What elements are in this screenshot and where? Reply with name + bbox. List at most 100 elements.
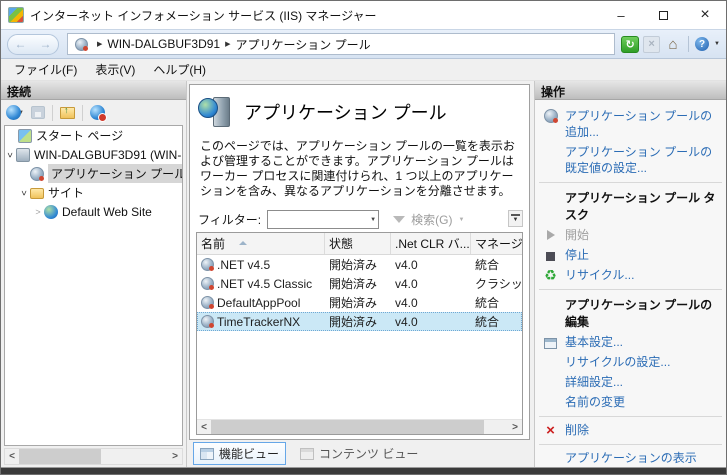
- icon-spacer: [542, 354, 559, 370]
- minimize-button[interactable]: –: [600, 1, 642, 29]
- table-row[interactable]: .NET v4.5 開始済み v4.0 統合: [197, 255, 522, 274]
- column-header-name[interactable]: 名前: [197, 233, 325, 254]
- feature-header: アプリケーション プール: [190, 85, 529, 133]
- cell-status: 開始済み: [325, 312, 391, 331]
- disconnect-button[interactable]: [90, 105, 105, 120]
- cell-name: .NET v4.5: [217, 258, 270, 272]
- cell-clr: v4.0: [391, 255, 471, 274]
- website-globe-icon: [44, 205, 58, 219]
- chevron-expanded-icon[interactable]: >: [19, 188, 29, 198]
- address-bar[interactable]: ▶ WIN-DALGBUF3D91 ▶ アプリケーション プール: [67, 33, 615, 55]
- action-label: アプリケーション プールの追加...: [565, 108, 720, 140]
- maximize-button[interactable]: [642, 1, 684, 29]
- table-row[interactable]: .NET v4.5 Classic 開始済み v4.0 クラシック: [197, 274, 522, 293]
- chevron-down-icon[interactable]: ▼: [370, 217, 376, 223]
- connections-toolbar: ▼: [1, 100, 186, 125]
- separator: [539, 444, 722, 445]
- chevron-down-icon: ▼: [513, 217, 519, 223]
- stop-button[interactable]: ×: [643, 36, 660, 53]
- action-stop[interactable]: 停止: [535, 245, 726, 265]
- toolbar-divider: [52, 105, 53, 121]
- heading-edit-app-pool: アプリケーション プールの編集: [535, 293, 726, 332]
- iis-manager-window: インターネット インフォメーション サービス (IIS) マネージャー – × …: [0, 0, 727, 475]
- iis-logo-icon: [8, 7, 24, 23]
- close-button[interactable]: ×: [684, 1, 726, 29]
- action-label: 開始: [565, 227, 589, 243]
- scrollbar-track[interactable]: [211, 420, 508, 434]
- scrollbar-thumb[interactable]: [211, 420, 484, 434]
- scrollbar-thumb[interactable]: [19, 449, 101, 464]
- scroll-right-icon[interactable]: >: [508, 422, 522, 433]
- tab-features-view[interactable]: 機能ビュー: [193, 442, 286, 465]
- menu-view[interactable]: 表示(V): [86, 58, 144, 81]
- tree-item-application-pools[interactable]: アプリケーション プール: [5, 164, 182, 183]
- chevron-collapsed-icon[interactable]: >: [33, 207, 43, 217]
- action-basic-settings[interactable]: 基本設定...: [535, 332, 726, 352]
- scroll-left-icon[interactable]: <: [5, 451, 19, 462]
- filter-label: フィルター:: [198, 211, 261, 228]
- connect-server-button[interactable]: ▼: [6, 105, 24, 120]
- list-horizontal-scrollbar[interactable]: < >: [197, 419, 522, 434]
- help-dropdown-icon[interactable]: ▼: [714, 41, 720, 47]
- action-recycle[interactable]: ♻ リサイクル...: [535, 265, 726, 285]
- feature-panel: アプリケーション プール このページでは、アプリケーション プールの一覧を表示お…: [187, 81, 534, 467]
- navigation-bar: ← → ▶ WIN-DALGBUF3D91 ▶ アプリケーション プール ↻ ×…: [1, 29, 726, 59]
- recycle-icon: ♻: [542, 267, 559, 283]
- table-row-selected[interactable]: TimeTrackerNX 開始済み v4.0 統合: [197, 312, 522, 331]
- breadcrumb-server[interactable]: WIN-DALGBUF3D91: [107, 37, 220, 51]
- page-title: アプリケーション プール: [244, 99, 447, 125]
- tree-item-sites[interactable]: > サイト: [5, 183, 182, 202]
- app-pools-feature-icon: [198, 95, 232, 129]
- search-go-button[interactable]: 検索(G): [411, 211, 452, 228]
- menu-file[interactable]: ファイル(F): [5, 58, 86, 81]
- cell-status: 開始済み: [325, 255, 391, 274]
- scrollbar-track[interactable]: [19, 449, 168, 464]
- chevron-expanded-icon[interactable]: >: [5, 150, 15, 160]
- save-connections-button[interactable]: [31, 106, 45, 119]
- workspace: 接続 ▼ スタート ページ >: [1, 81, 726, 467]
- cell-mode: 統合: [471, 312, 522, 331]
- connect-globe-icon: [6, 105, 21, 120]
- tree-item-start-page[interactable]: スタート ページ: [5, 126, 182, 145]
- window-controls: – ×: [600, 1, 726, 29]
- cell-mode: クラシック: [471, 274, 522, 293]
- breadcrumb-app-pools[interactable]: アプリケーション プール: [235, 36, 370, 53]
- column-options-button[interactable]: ▼: [508, 210, 523, 227]
- back-button[interactable]: ←: [15, 38, 27, 50]
- action-rename[interactable]: 名前の変更: [535, 392, 726, 412]
- help-button[interactable]: ?: [695, 37, 709, 51]
- column-header-pipeline-mode[interactable]: マネージ パ...: [471, 233, 522, 254]
- column-header-status[interactable]: 状態: [325, 233, 391, 254]
- tree-item-server[interactable]: > WIN-DALGBUF3D91 (WIN-D: [5, 145, 182, 164]
- taskbar-sliver: [1, 467, 726, 474]
- app-pool-icon: [201, 315, 214, 328]
- cell-name: DefaultAppPool: [217, 296, 300, 310]
- forward-button[interactable]: →: [40, 38, 52, 50]
- action-recycling-settings[interactable]: リサイクルの設定...: [535, 352, 726, 372]
- action-start[interactable]: 開始: [535, 225, 726, 245]
- action-view-applications[interactable]: アプリケーションの表示: [535, 448, 726, 467]
- connections-horizontal-scrollbar[interactable]: < >: [4, 448, 183, 465]
- scroll-right-icon[interactable]: >: [168, 451, 182, 462]
- filter-bar: フィルター: ▼ 検索(G) ▼ ▼: [190, 207, 529, 232]
- tree-item-default-web-site[interactable]: > Default Web Site: [5, 202, 182, 221]
- home-button[interactable]: ⌂: [664, 36, 682, 53]
- go-up-button[interactable]: [60, 107, 75, 119]
- window-title: インターネット インフォメーション サービス (IIS) マネージャー: [30, 7, 600, 24]
- actions-panel: 操作 アプリケーション プールの追加... アプリケーション プールの既定値の設…: [534, 81, 726, 467]
- action-set-app-pool-defaults[interactable]: アプリケーション プールの既定値の設定...: [535, 142, 726, 178]
- action-add-app-pool[interactable]: アプリケーション プールの追加...: [535, 106, 726, 142]
- action-label: 名前の変更: [565, 394, 625, 410]
- menu-bar: ファイル(F) 表示(V) ヘルプ(H): [1, 59, 726, 81]
- table-row[interactable]: DefaultAppPool 開始済み v4.0 統合: [197, 293, 522, 312]
- refresh-button[interactable]: ↻: [621, 36, 639, 53]
- filter-input[interactable]: ▼: [267, 210, 379, 229]
- action-advanced-settings[interactable]: 詳細設定...: [535, 372, 726, 392]
- column-header-clr-version[interactable]: .Net CLR バ...: [391, 233, 471, 254]
- tab-content-view[interactable]: コンテンツ ビュー: [294, 443, 424, 464]
- search-dropdown-icon[interactable]: ▼: [458, 217, 464, 223]
- scroll-left-icon[interactable]: <: [197, 422, 211, 433]
- menu-help[interactable]: ヘルプ(H): [144, 58, 215, 81]
- action-delete[interactable]: × 削除: [535, 420, 726, 440]
- server-icon: [16, 148, 30, 162]
